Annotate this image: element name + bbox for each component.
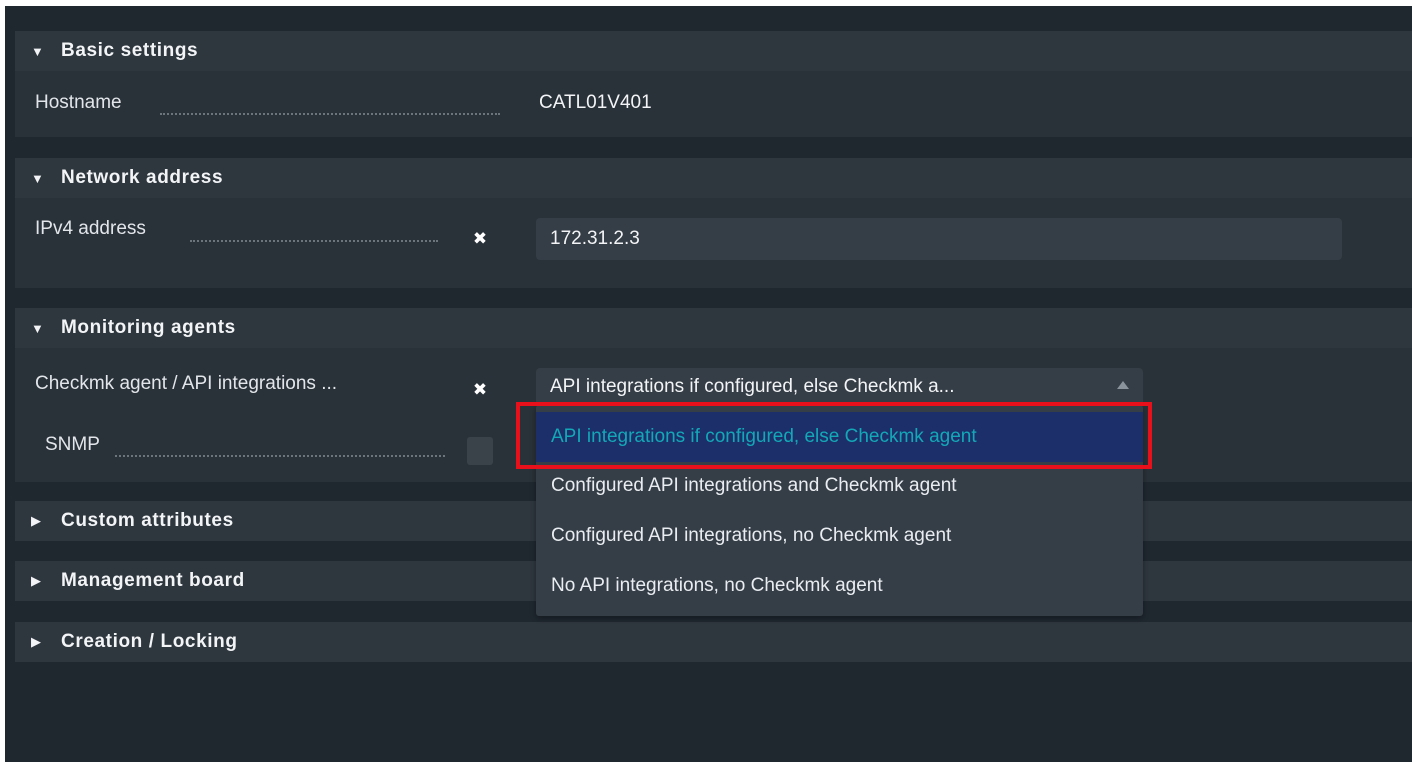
section-network-address: ▼ Network address IPv4 address ✖ 172.31.…: [15, 158, 1412, 288]
dropdown-option[interactable]: Configured API integrations and Checkmk …: [536, 461, 1143, 511]
dropdown-option[interactable]: API integrations if configured, else Che…: [536, 412, 1143, 462]
label-leader-dots: [190, 240, 438, 242]
hostname-value: CATL01V401: [539, 92, 652, 113]
label-leader-dots: [160, 113, 500, 115]
caret-up-icon: [1117, 381, 1129, 389]
page-canvas: ▼ Basic settings Hostname CATL01V401 ▼ N…: [5, 6, 1412, 762]
section-title: Creation / Locking: [61, 631, 238, 652]
select-value: API integrations if configured, else Che…: [550, 376, 955, 397]
expanded-triangle-icon: ▼: [31, 43, 45, 59]
hostname-label: Hostname: [35, 92, 122, 113]
snmp-label: SNMP: [45, 434, 100, 455]
snmp-checkbox[interactable]: [467, 437, 493, 465]
dropdown-option[interactable]: No API integrations, no Checkmk agent: [536, 561, 1143, 611]
section-header-network-address[interactable]: ▼ Network address: [15, 158, 1412, 198]
expanded-triangle-icon: ▼: [31, 170, 45, 186]
collapsed-triangle-icon: ▶: [31, 634, 42, 649]
agent-dropdown-list: API integrations if configured, else Che…: [536, 405, 1143, 616]
ipv4-input[interactable]: 172.31.2.3: [536, 218, 1342, 260]
label-leader-dots: [115, 455, 445, 457]
section-header-creation-locking[interactable]: ▶ Creation / Locking: [15, 622, 1412, 662]
section-header-monitoring-agents[interactable]: ▼ Monitoring agents: [15, 308, 1412, 348]
checkmk-agent-select[interactable]: API integrations if configured, else Che…: [536, 368, 1143, 406]
checkmk-agent-label: Checkmk agent / API integrations ...: [35, 373, 338, 394]
section-title: Monitoring agents: [61, 317, 236, 338]
collapsed-triangle-icon: ▶: [31, 573, 42, 588]
section-header-basic-settings[interactable]: ▼ Basic settings: [15, 31, 1412, 71]
ipv4-label: IPv4 address: [35, 218, 146, 239]
section-title: Basic settings: [61, 40, 199, 61]
section-basic-settings: ▼ Basic settings Hostname CATL01V401: [15, 31, 1412, 137]
section-creation-locking: ▶ Creation / Locking: [15, 622, 1412, 662]
ipv4-checkbox[interactable]: ✖: [467, 225, 493, 253]
collapsed-triangle-icon: ▶: [31, 513, 42, 528]
section-title: Custom attributes: [61, 510, 234, 531]
expanded-triangle-icon: ▼: [31, 320, 45, 336]
section-title: Management board: [61, 570, 245, 591]
dropdown-option[interactable]: Configured API integrations, no Checkmk …: [536, 511, 1143, 561]
section-title: Network address: [61, 167, 224, 188]
checkmk-agent-checkbox[interactable]: ✖: [467, 376, 493, 404]
